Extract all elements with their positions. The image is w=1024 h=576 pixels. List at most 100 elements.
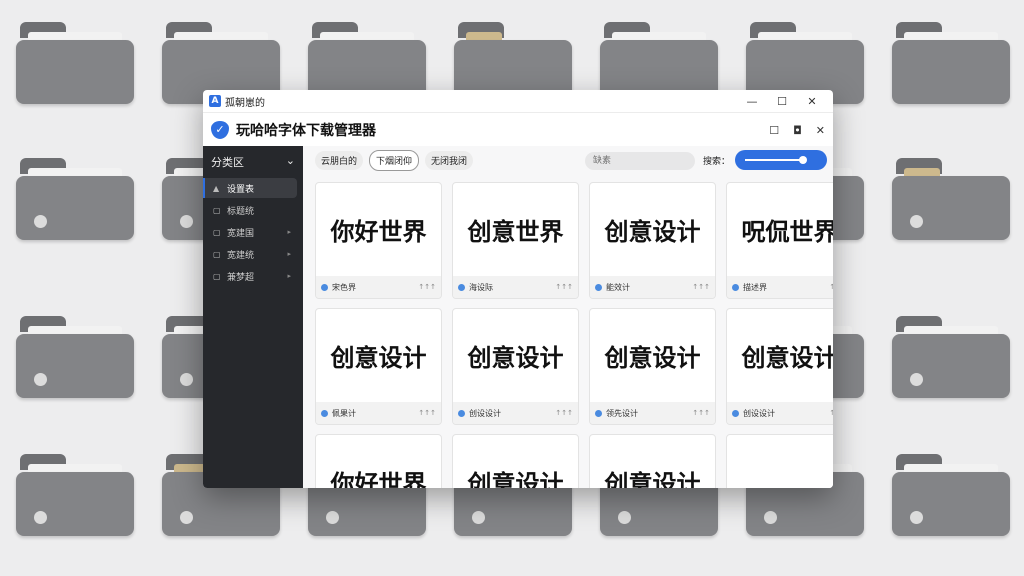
sidebar-item-2[interactable]: ▢ 标题统 <box>203 200 297 220</box>
folder-icon <box>16 316 134 398</box>
font-meta: ↑↑↑ <box>418 409 436 417</box>
card-footer: 能效计 ↑↑↑ <box>590 276 715 298</box>
main-content: 云朋白的 下烟闭仰 无闭我闭 搜索： 你好世界宋色界↑↑↑创意世界海设际↑↑↑创… <box>303 146 833 488</box>
window-title: 孤朝崽的 <box>225 97 265 109</box>
font-card[interactable] <box>726 434 833 488</box>
font-card[interactable]: 你好世界宋色界 ↑↑↑ <box>315 182 442 299</box>
font-card[interactable]: 创意设计领先设计 ↑↑↑ <box>589 308 716 425</box>
font-card[interactable]: 创意设计创设设计 ↑↑↑ <box>452 308 579 425</box>
card-footer: 佩果计 ↑↑↑ <box>316 402 441 424</box>
chevron-right-icon: ▸ <box>287 250 291 258</box>
font-icon <box>458 283 465 291</box>
sidebar: 分类区 ⌄ ▲ 设置表 ▢ 标题统 ▢ 宽建国 ▸ ▢ 宽建统 ▸ ▢ 兼梦超 … <box>203 146 303 488</box>
font-card[interactable]: 创意设计创设设计 ↑↑↑ <box>726 308 833 425</box>
font-manager-window: A 孤朝崽的 — ☐ ✕ ✓ 玩哈哈字体下载管理器 ☐ ◘ ✕ 分类区 ⌄ ▲ … <box>203 90 833 488</box>
font-name: 创设设计 <box>743 408 775 418</box>
sidebar-item-5[interactable]: ▢ 兼梦超 ▸ <box>203 266 297 286</box>
font-preview: 你好世界 <box>330 218 427 246</box>
font-preview: 创意设计 <box>604 470 701 488</box>
font-icon <box>732 283 739 291</box>
sidebar-item-label: 设置表 <box>227 184 255 195</box>
font-preview: 你好世界 <box>330 470 427 488</box>
chevron-down-icon: ⌄ <box>285 154 295 167</box>
folder-icon <box>16 454 134 536</box>
shield-logo-icon: ✓ <box>211 121 229 139</box>
title-bar: A 孤朝崽的 — ☐ ✕ <box>203 90 833 113</box>
search-label: 搜索： <box>703 157 731 167</box>
toolbar: 云朋白的 下烟闭仰 无闭我闭 搜索： <box>303 146 833 174</box>
font-icon <box>458 409 465 417</box>
font-meta: ↑↑↑ <box>829 409 833 417</box>
close-icon[interactable]: ✕ <box>816 124 825 137</box>
font-card[interactable]: 创意设计能效计 ↑↑↑ <box>589 182 716 299</box>
document-icon: ▢ <box>213 249 221 259</box>
font-name: 创设设计 <box>469 408 501 418</box>
sidebar-header[interactable]: 分类区 ⌄ <box>203 150 303 176</box>
font-name: 海设际 <box>469 282 493 292</box>
minimize-button[interactable]: — <box>737 95 767 108</box>
font-icon <box>321 409 328 417</box>
document-icon: ▢ <box>213 271 221 281</box>
font-icon <box>595 409 602 417</box>
font-icon <box>321 283 328 291</box>
app-logo-icon: A <box>209 95 221 107</box>
font-card[interactable]: 创意设计 <box>452 434 579 488</box>
card-footer: 领先设计 ↑↑↑ <box>590 402 715 424</box>
font-card[interactable]: 创意设计佩果计 ↑↑↑ <box>315 308 442 425</box>
font-preview: 创意设计 <box>330 344 427 372</box>
folder-icon <box>16 158 134 240</box>
font-meta: ↑↑↑ <box>692 409 710 417</box>
font-icon <box>595 283 602 291</box>
folder-icon <box>892 454 1010 536</box>
filter-button-2[interactable]: 下烟闭仰 <box>369 149 420 171</box>
font-card[interactable]: 你好世界 <box>315 434 442 488</box>
app-header: ✓ 玩哈哈字体下载管理器 ☐ ◘ ✕ <box>203 113 833 147</box>
font-card[interactable]: 呪侃世界描述界 ↑↑↑ <box>726 182 833 299</box>
font-preview: 创意设计 <box>467 470 564 488</box>
app-title: 玩哈哈字体下载管理器 <box>236 123 376 139</box>
slider-track <box>745 159 803 161</box>
sidebar-item-1[interactable]: ▲ 设置表 <box>203 178 297 198</box>
font-name: 领先设计 <box>606 408 638 418</box>
folder-icon <box>892 158 1010 240</box>
card-footer: 描述界 ↑↑↑ <box>727 276 833 298</box>
sidebar-item-3[interactable]: ▢ 宽建国 ▸ <box>203 222 297 242</box>
font-preview <box>727 435 833 488</box>
folder-icon <box>892 22 1010 104</box>
close-button[interactable]: ✕ <box>797 95 827 108</box>
font-preview: 创意设计 <box>604 218 701 246</box>
font-name: 描述界 <box>743 282 767 292</box>
font-meta: ↑↑↑ <box>555 283 573 291</box>
font-preview: 创意设计 <box>741 344 834 372</box>
font-card[interactable]: 创意世界 海设际 ↑↑↑ <box>452 182 579 299</box>
sidebar-item-label: 兼梦超 <box>227 272 255 283</box>
font-name: 佩果计 <box>332 408 356 418</box>
filter-button-3[interactable]: 无闭我闭 <box>425 150 474 170</box>
font-preview: 创意设计 <box>467 344 564 372</box>
chevron-right-icon: ▸ <box>287 272 291 280</box>
font-preview: 创意设计 <box>604 344 701 372</box>
font-icon <box>732 409 739 417</box>
font-card[interactable]: 创意设计 <box>589 434 716 488</box>
font-name: 能效计 <box>606 282 630 292</box>
user-icon: ▲ <box>213 183 220 193</box>
font-meta: ↑↑↑ <box>692 283 710 291</box>
filter-button-1[interactable]: 云朋白的 <box>315 150 364 170</box>
card-footer: 创设设计 ↑↑↑ <box>727 402 833 424</box>
card-footer: 宋色界 ↑↑↑ <box>316 276 441 298</box>
document-icon: ▢ <box>213 227 221 237</box>
font-preview: 呪侃世界 <box>741 218 834 246</box>
maximize-button[interactable]: ☐ <box>767 95 797 108</box>
sidebar-item-4[interactable]: ▢ 宽建统 ▸ <box>203 244 297 264</box>
square-icon[interactable]: ☐ <box>769 124 779 137</box>
folder-icon <box>16 22 134 104</box>
card-footer: 海设际 ↑↑↑ <box>453 276 578 298</box>
sidebar-title: 分类区 <box>211 156 244 169</box>
search-input[interactable] <box>585 152 695 170</box>
chevron-right-icon: ▸ <box>287 228 291 236</box>
slider-knob[interactable] <box>799 156 807 164</box>
camera-icon[interactable]: ◘ <box>793 124 802 137</box>
font-meta: ↑↑↑ <box>555 409 573 417</box>
font-meta: ↑↑↑ <box>418 283 436 291</box>
size-slider[interactable] <box>735 150 827 170</box>
